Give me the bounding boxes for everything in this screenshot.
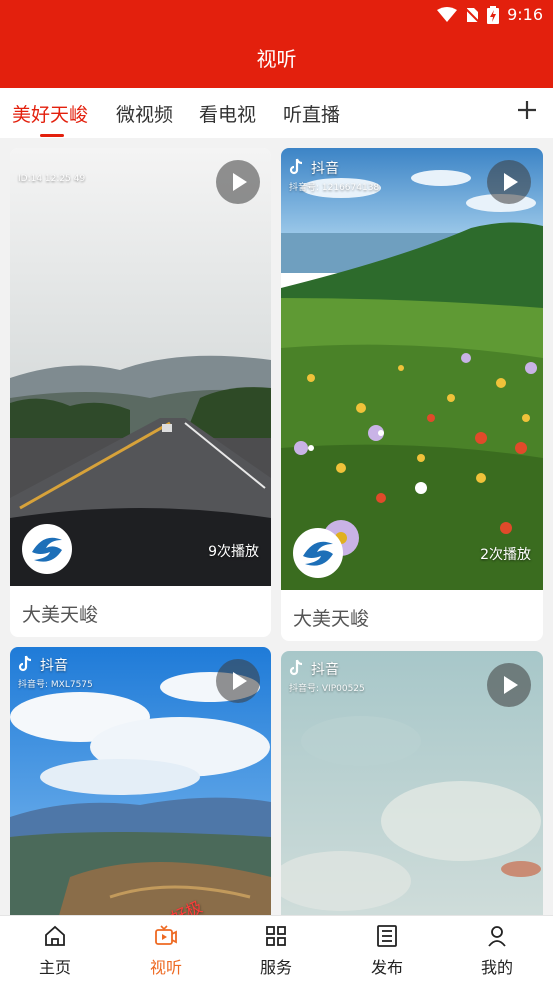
- nav-label: 发布: [370, 958, 403, 977]
- view-count: 2次播放: [480, 547, 531, 563]
- nav-services[interactable]: 服务: [236, 924, 316, 978]
- channel-avatar[interactable]: [22, 524, 72, 574]
- bottom-navigation: 主页 视听 服务 发布 我的: [0, 915, 553, 983]
- play-button[interactable]: [216, 160, 260, 204]
- nav-label: 视听: [149, 958, 182, 977]
- play-button[interactable]: [487, 663, 531, 707]
- play-button[interactable]: [216, 659, 260, 703]
- channel-logo-icon: [24, 526, 70, 572]
- video-card[interactable]: 抖音 抖音号: MXL7575 好极: [10, 647, 271, 915]
- douyin-logo-icon: [18, 655, 32, 672]
- active-tab-indicator: [40, 134, 64, 137]
- tab-tv[interactable]: 看电视: [199, 100, 256, 127]
- tab-meihao-tianjun[interactable]: 美好天峻: [12, 100, 88, 127]
- page-title: 视听: [256, 47, 297, 71]
- view-count: 9次播放: [208, 544, 259, 560]
- status-time: 9:16: [507, 5, 543, 24]
- app-header: 视听: [0, 30, 553, 88]
- video-watermark-id: 抖音号: MXL7575: [18, 680, 93, 690]
- nav-label: 主页: [38, 958, 71, 977]
- road-scene-image: [10, 148, 271, 586]
- douyin-logo-icon: [289, 158, 303, 175]
- user-icon: [488, 926, 506, 947]
- video-thumbnail[interactable]: 抖音 抖音号: MXL7575 好极: [10, 647, 271, 915]
- nav-media[interactable]: 视听: [126, 924, 206, 978]
- nav-home[interactable]: 主页: [15, 924, 95, 978]
- add-tab-icon[interactable]: [515, 98, 539, 122]
- nav-label: 服务: [259, 958, 292, 977]
- video-watermark-id: 抖音号: VIP00525: [289, 684, 365, 694]
- nav-label: 我的: [480, 958, 513, 977]
- publish-icon: [377, 925, 397, 947]
- nav-publish[interactable]: 发布: [347, 924, 427, 978]
- video-title[interactable]: 大美天峻: [293, 604, 369, 631]
- video-watermark: 抖音: [311, 161, 339, 177]
- video-watermark-id: ID:14 12:25 49: [18, 174, 86, 184]
- douyin-logo-icon: [289, 659, 303, 676]
- video-card[interactable]: ID:14 12:25 49 9次播放 大美天峻: [10, 148, 271, 637]
- status-bar: 9:16: [0, 0, 553, 30]
- tab-radio-live[interactable]: 听直播: [283, 100, 340, 127]
- play-button[interactable]: [487, 160, 531, 204]
- video-grid: ID:14 12:25 49 9次播放 大美天峻 抖音 抖音号: 1216674…: [0, 138, 553, 915]
- category-tabs: 美好天峻 微视频 看电视 听直播: [0, 88, 553, 138]
- battery-icon: [487, 5, 500, 24]
- video-watermark: 抖音: [311, 662, 339, 678]
- video-thumbnail[interactable]: 抖音 抖音号: VIP00525: [281, 651, 543, 915]
- channel-avatar[interactable]: [293, 528, 343, 578]
- no-sim-icon: [465, 6, 480, 23]
- video-title[interactable]: 大美天峻: [22, 600, 98, 627]
- grid-icon: [266, 926, 286, 946]
- nav-profile[interactable]: 我的: [457, 924, 537, 978]
- video-card[interactable]: 抖音 抖音号: 1216674138 2次播放 大美天峻: [281, 148, 543, 641]
- home-icon: [45, 925, 65, 946]
- tab-micro-video[interactable]: 微视频: [116, 100, 173, 127]
- channel-logo-icon: [295, 530, 341, 576]
- video-thumbnail[interactable]: ID:14 12:25 49 9次播放: [10, 148, 271, 586]
- video-watermark-id: 抖音号: 1216674138: [289, 183, 380, 193]
- wifi-icon: [437, 6, 458, 22]
- video-watermark: 抖音: [40, 658, 68, 674]
- meadow-scene-image: [281, 148, 543, 590]
- status-icons: 9:16: [437, 5, 543, 24]
- video-card[interactable]: 抖音 抖音号: VIP00525: [281, 651, 543, 915]
- video-icon: [155, 925, 177, 945]
- video-thumbnail[interactable]: 抖音 抖音号: 1216674138 2次播放: [281, 148, 543, 590]
